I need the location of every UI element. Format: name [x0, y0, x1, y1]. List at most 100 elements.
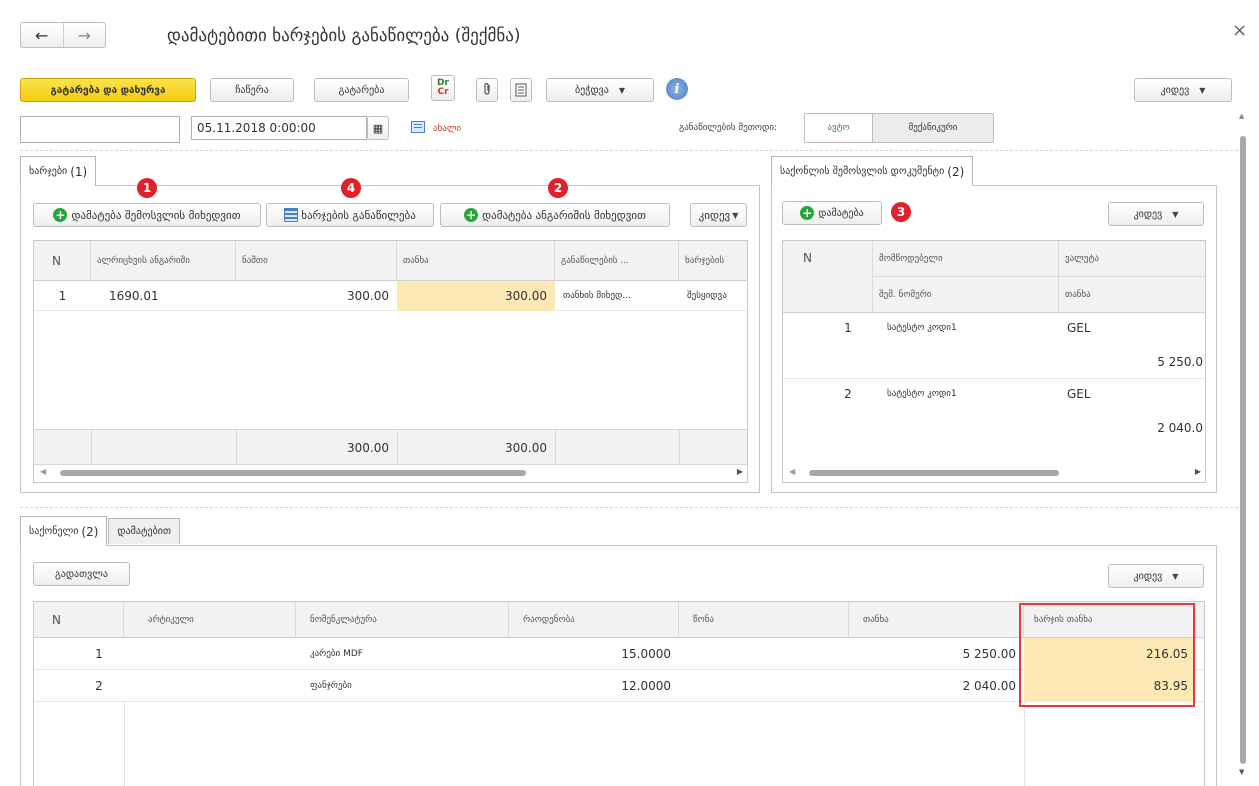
- receipts-tabbar: საქონლის შემოსვლის დოკუმენტი (2): [771, 156, 974, 186]
- col-costs: ხარჯების: [679, 241, 747, 280]
- row-currency: GEL: [1067, 387, 1091, 401]
- row-amount: 2 040.0: [1157, 421, 1203, 435]
- col-weight: წონა: [679, 602, 849, 637]
- row-n: 2: [95, 679, 103, 693]
- scroll-left-icon[interactable]: ◀: [40, 467, 46, 476]
- scroll-up-icon[interactable]: ▲: [1239, 112, 1244, 120]
- tab-costs[interactable]: ხარჯები (1): [20, 156, 97, 186]
- annotation-badge-4: 4: [341, 178, 361, 198]
- tab-goods[interactable]: საქონელი (2): [20, 516, 108, 546]
- calendar-icon[interactable]: ▦: [367, 116, 389, 140]
- attachment-glyph: [482, 82, 492, 99]
- row-article: [124, 670, 296, 702]
- row-n: 1: [95, 647, 103, 661]
- receipts-table-header: N მომწოდებელი შემ. ნომერი ვალუტა თანხა: [783, 241, 1205, 313]
- divider: [20, 150, 1238, 151]
- distribute-costs-button[interactable]: ხარჯების განაწილება: [266, 203, 434, 227]
- drcr-cr: Cr: [437, 87, 449, 97]
- row-item: ფანჯრები: [310, 681, 352, 691]
- costs-totals-row: 300.00 300.00: [34, 429, 747, 465]
- row-n: 1: [58, 289, 67, 303]
- chevron-down-icon: ▼: [1172, 209, 1179, 219]
- row-supplier: სატესტო კოდი1: [887, 389, 957, 399]
- receipts-more-label: კიდევ: [1133, 208, 1163, 220]
- costs-hscrollbar[interactable]: ◀ ▶: [34, 467, 747, 479]
- print-label: ბეჭდვა: [575, 84, 609, 96]
- add-by-receipt-button[interactable]: + დამატება შემოსვლის მიხედვით: [33, 203, 261, 227]
- costs-table-header: N ალრიცხვის ანგარიში ნაშთი თანხა განაწილ…: [34, 241, 747, 281]
- row-n: 2: [844, 387, 852, 401]
- row-article: [124, 638, 296, 670]
- forward-icon[interactable]: →: [64, 23, 106, 47]
- table-row[interactable]: 1 1690.01 300.00 300.00 თანხის მიხედ... …: [34, 281, 747, 311]
- annotation-badge-1: 1: [137, 178, 157, 198]
- table-row[interactable]: 1 სატესტო კოდი1 GEL 5 250.0: [783, 313, 1205, 379]
- receipts-hscrollbar[interactable]: ◀ ▶: [783, 467, 1205, 479]
- row-item: კარები MDF: [310, 649, 363, 659]
- back-icon[interactable]: ←: [21, 23, 64, 47]
- print-dropdown[interactable]: ბეჭდვა ▼: [546, 78, 654, 102]
- col-supplier: მომწოდებელი: [873, 241, 1059, 277]
- date-input[interactable]: 05.11.2018 0:00:00: [191, 116, 367, 140]
- number-input[interactable]: [20, 116, 180, 143]
- scroll-thumb[interactable]: [60, 470, 526, 476]
- scroll-thumb[interactable]: [809, 470, 1059, 476]
- scroll-down-icon[interactable]: ▼: [1239, 768, 1244, 776]
- col-n: N: [34, 602, 124, 637]
- tab-extra[interactable]: დამატებით: [108, 518, 180, 544]
- write-button[interactable]: ჩაწერა: [210, 78, 294, 102]
- costs-more-dropdown[interactable]: კიდევ ▼: [690, 203, 747, 227]
- annotation-highlight-box: [1019, 603, 1195, 707]
- add-by-account-label: დამატება ანგარიშის მიხედვით: [482, 208, 646, 222]
- col-supplier-sub: შემ. ნომერი: [873, 277, 1059, 313]
- row-amount: 5 250.0: [1157, 355, 1203, 369]
- scroll-right-icon[interactable]: ▶: [1195, 467, 1201, 476]
- drcr-icon[interactable]: Dr Cr: [431, 75, 455, 101]
- close-icon[interactable]: ×: [1232, 20, 1247, 41]
- goods-more-dropdown[interactable]: კიდევ ▼: [1108, 564, 1204, 588]
- row-weight: [679, 638, 849, 670]
- add-by-account-button[interactable]: + დამატება ანგარიშის მიხედვით: [440, 203, 670, 227]
- receipts-table: N მომწოდებელი შემ. ნომერი ვალუტა თანხა 1…: [782, 240, 1206, 483]
- scroll-left-icon[interactable]: ◀: [789, 467, 795, 476]
- scroll-right-icon[interactable]: ▶: [737, 467, 743, 476]
- method-auto-button[interactable]: ავტო: [805, 114, 873, 142]
- table-row[interactable]: 2 სატესტო კოდი1 GEL 2 040.0: [783, 379, 1205, 445]
- goods-more-label: კიდევ: [1133, 570, 1163, 582]
- report-icon[interactable]: [510, 78, 532, 102]
- more-label: კიდევ: [1160, 84, 1190, 96]
- post-button[interactable]: გატარება: [314, 78, 409, 102]
- chevron-down-icon: ▼: [1199, 85, 1206, 95]
- costs-more-label: კიდევ: [698, 208, 731, 222]
- status-link[interactable]: ახალი: [433, 124, 461, 134]
- row-amount[interactable]: 300.00: [397, 281, 555, 311]
- info-icon[interactable]: i: [666, 78, 688, 100]
- costs-tabbar: ხარჯები (1): [20, 156, 97, 186]
- col-account: ალრიცხვის ანგარიში: [91, 241, 236, 280]
- method-manual-button[interactable]: მექანიკური: [873, 114, 993, 142]
- col-n: N: [783, 241, 873, 313]
- tab-costs-count: (1): [70, 164, 88, 179]
- page-vscrollbar[interactable]: ▲ ▼: [1236, 112, 1250, 776]
- col-currency-sub: თანხა: [1065, 290, 1091, 300]
- tab-costs-label: ხარჯები: [29, 166, 68, 177]
- receipts-more-dropdown[interactable]: კიდევ ▼: [1108, 202, 1204, 226]
- col-method: განაწილების ...: [555, 241, 679, 280]
- total-balance: 300.00: [347, 441, 389, 455]
- tab-receipts-label: საქონლის შემოსვლის დოკუმენტი: [780, 166, 945, 177]
- scroll-thumb[interactable]: [1240, 136, 1246, 764]
- tab-receipts[interactable]: საქონლის შემოსვლის დოკუმენტი (2): [771, 156, 974, 186]
- method-label: განაწილების მეთოდი:: [679, 123, 778, 133]
- add-icon: +: [53, 208, 68, 222]
- post-and-close-button[interactable]: გატარება და დახურვა: [20, 78, 196, 102]
- list-icon[interactable]: [411, 121, 425, 133]
- annotation-badge-3: 3: [891, 202, 911, 222]
- recalculate-button[interactable]: გადათვლა: [33, 562, 130, 586]
- attachment-icon[interactable]: [476, 78, 498, 102]
- tab-goods-count: (2): [81, 524, 99, 539]
- more-dropdown-top[interactable]: კიდევ ▼: [1134, 78, 1232, 102]
- receipts-add-button[interactable]: + დამატება: [782, 201, 882, 225]
- col-n: N: [34, 241, 91, 280]
- chevron-down-icon: ▼: [618, 85, 625, 95]
- row-qty: 12.0000: [621, 679, 671, 693]
